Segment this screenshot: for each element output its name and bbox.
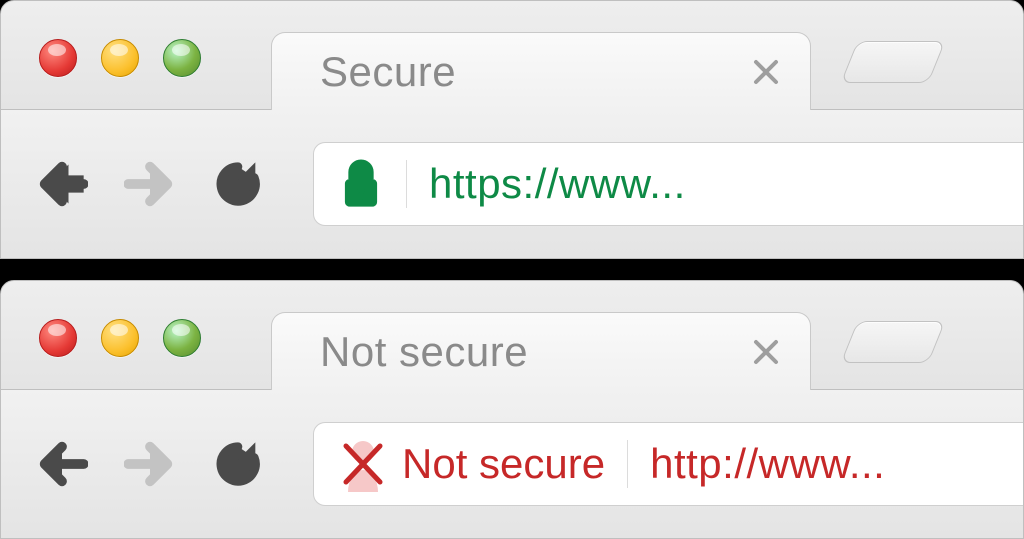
close-icon — [751, 337, 781, 367]
tab-strip: Secure — [0, 0, 1024, 110]
address-bar[interactable]: Not secure http://www... — [313, 422, 1023, 506]
maximize-window-button[interactable] — [163, 319, 201, 357]
tab-title: Not secure — [320, 328, 744, 376]
close-window-button[interactable] — [39, 39, 77, 77]
close-tab-button[interactable] — [744, 50, 788, 94]
browser-window-secure: Secure — [0, 0, 1024, 259]
security-status-label: Not secure — [402, 440, 605, 488]
new-tab-button[interactable] — [841, 321, 946, 363]
new-tab-button[interactable] — [841, 41, 946, 83]
close-window-button[interactable] — [39, 319, 77, 357]
window-controls — [39, 319, 201, 357]
arrow-right-icon — [124, 438, 176, 490]
maximize-window-button[interactable] — [163, 39, 201, 77]
lock-icon — [338, 158, 384, 210]
toolbar: https://www... — [0, 110, 1024, 259]
forward-button[interactable] — [119, 153, 181, 215]
tab-strip: Not secure — [0, 280, 1024, 390]
arrow-left-icon — [36, 438, 88, 490]
back-button[interactable] — [31, 433, 93, 495]
url-text: https://www... — [429, 160, 686, 208]
reload-icon — [212, 158, 264, 210]
divider — [627, 440, 628, 488]
browser-tab[interactable]: Secure — [271, 32, 811, 110]
reload-button[interactable] — [207, 153, 269, 215]
minimize-window-button[interactable] — [101, 39, 139, 77]
arrow-right-icon — [124, 158, 176, 210]
forward-button[interactable] — [119, 433, 181, 495]
not-secure-icon — [338, 436, 388, 492]
back-button[interactable] — [31, 153, 93, 215]
toolbar: Not secure http://www... — [0, 390, 1024, 539]
close-icon — [751, 57, 781, 87]
browser-tab[interactable]: Not secure — [271, 312, 811, 390]
browser-window-insecure: Not secure — [0, 280, 1024, 539]
close-tab-button[interactable] — [744, 330, 788, 374]
window-controls — [39, 39, 201, 77]
arrow-left-icon — [36, 158, 88, 210]
tab-title: Secure — [320, 48, 744, 96]
url-text: http://www... — [650, 440, 885, 488]
minimize-window-button[interactable] — [101, 319, 139, 357]
address-bar[interactable]: https://www... — [313, 142, 1023, 226]
reload-button[interactable] — [207, 433, 269, 495]
reload-icon — [212, 438, 264, 490]
divider — [406, 160, 407, 208]
